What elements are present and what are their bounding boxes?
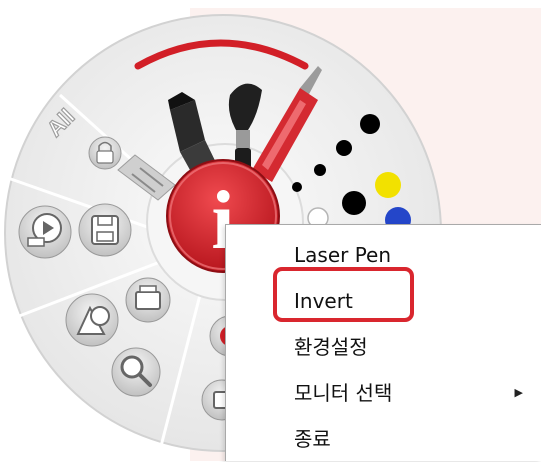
zoom-button[interactable]: [111, 347, 161, 397]
menu-item-label: 모니터 선택: [294, 381, 393, 405]
color-swatch-black-xl[interactable]: [342, 191, 366, 215]
menu-item-label: 종료: [294, 427, 331, 451]
color-swatch-black-m[interactable]: [336, 140, 352, 156]
menu-item-invert[interactable]: Invert: [226, 278, 541, 324]
submenu-arrow-icon: ▶: [514, 386, 523, 399]
shapes-button[interactable]: [65, 293, 119, 347]
lock-button[interactable]: [88, 136, 122, 170]
play-record-button[interactable]: [18, 205, 72, 259]
menu-item-select-monitor[interactable]: 모니터 선택 ▶: [226, 370, 541, 416]
menu-item-laser-pen[interactable]: Laser Pen: [226, 232, 541, 278]
context-menu: Laser Pen Invert 환경설정 모니터 선택 ▶ 종료: [225, 224, 541, 461]
folder-icon: [135, 291, 161, 310]
color-swatch-yellow[interactable]: [375, 172, 401, 198]
save-button[interactable]: [78, 203, 132, 257]
color-swatch-black-xs[interactable]: [292, 182, 302, 192]
floppy-icon: [91, 215, 119, 245]
menu-item-exit[interactable]: 종료: [226, 416, 541, 462]
menu-item-label: Invert: [294, 289, 353, 313]
color-swatch-black-s[interactable]: [314, 164, 326, 176]
menu-item-settings[interactable]: 환경설정: [226, 324, 541, 370]
menu-item-label: Laser Pen: [294, 243, 392, 267]
menu-item-label: 환경설정: [294, 335, 368, 359]
lock-icon: [96, 150, 114, 164]
open-folder-button[interactable]: [125, 277, 171, 323]
color-swatch-black-l[interactable]: [360, 114, 380, 134]
